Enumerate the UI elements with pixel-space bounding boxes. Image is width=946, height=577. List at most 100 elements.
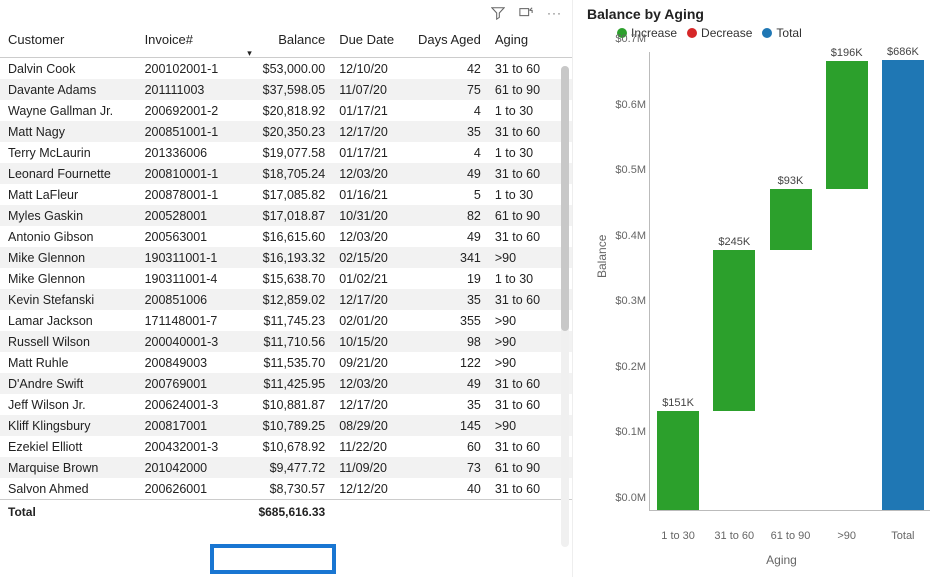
col-header-daysaged[interactable]: Days Aged <box>413 26 491 58</box>
legend-decrease[interactable]: Decrease <box>687 26 752 40</box>
cell-duedate: 12/17/20 <box>335 121 413 142</box>
cell-duedate: 11/09/20 <box>335 457 413 478</box>
chart-title: Balance by Aging <box>587 6 936 22</box>
scrollbar-thumb[interactable] <box>561 66 569 331</box>
table-row[interactable]: Matt LaFleur200878001-1$17,085.8201/16/2… <box>0 184 572 205</box>
table-scrollbar[interactable] <box>561 66 569 547</box>
cell-balance: $20,818.92 <box>243 100 335 121</box>
cell-duedate: 10/31/20 <box>335 205 413 226</box>
cell-balance: $16,193.32 <box>243 247 335 268</box>
chart-bar[interactable] <box>770 189 812 250</box>
cell-invoice: 200102001-1 <box>141 58 244 80</box>
chart-plot: Balance $0.0M$0.1M$0.2M$0.3M$0.4M$0.5M$0… <box>607 44 936 551</box>
table-total-row: Total $685,616.33 <box>0 500 572 525</box>
table-row[interactable]: Leonard Fournette200810001-1$18,705.2412… <box>0 163 572 184</box>
chart-bar[interactable] <box>713 250 755 411</box>
cell-balance: $8,730.57 <box>243 478 335 500</box>
chart-bar[interactable] <box>826 61 868 190</box>
aging-table[interactable]: Customer Invoice# Balance Due Date Days … <box>0 26 572 524</box>
table-row[interactable]: Matt Ruhle200849003$11,535.7009/21/20122… <box>0 352 572 373</box>
cell-aging: 31 to 60 <box>491 394 572 415</box>
cell-balance: $15,638.70 <box>243 268 335 289</box>
y-tick: $0.3M <box>610 295 646 307</box>
cell-customer: Wayne Gallman Jr. <box>0 100 141 121</box>
cell-duedate: 12/03/20 <box>335 373 413 394</box>
table-row[interactable]: D'Andre Swift200769001$11,425.9512/03/20… <box>0 373 572 394</box>
cell-customer: Myles Gaskin <box>0 205 141 226</box>
cell-balance: $11,710.56 <box>243 331 335 352</box>
table-row[interactable]: Mike Glennon190311001-4$15,638.7001/02/2… <box>0 268 572 289</box>
col-header-duedate[interactable]: Due Date <box>335 26 413 58</box>
cell-daysaged: 82 <box>413 205 491 226</box>
cell-balance: $12,859.02 <box>243 289 335 310</box>
bar-value-label: $151K <box>648 397 708 409</box>
cell-customer: Salvon Ahmed <box>0 478 141 500</box>
cell-aging: 61 to 90 <box>491 79 572 100</box>
cell-customer: D'Andre Swift <box>0 373 141 394</box>
table-row[interactable]: Marquise Brown201042000$9,477.7211/09/20… <box>0 457 572 478</box>
cell-invoice: 171148001-7 <box>141 310 244 331</box>
table-row[interactable]: Wayne Gallman Jr.200692001-2$20,818.9201… <box>0 100 572 121</box>
cell-daysaged: 5 <box>413 184 491 205</box>
col-header-balance[interactable]: Balance <box>243 26 335 58</box>
cell-balance: $11,745.23 <box>243 310 335 331</box>
table-row[interactable]: Mike Glennon190311001-1$16,193.3202/15/2… <box>0 247 572 268</box>
table-row[interactable]: Matt Nagy200851001-1$20,350.2312/17/2035… <box>0 121 572 142</box>
cell-duedate: 12/17/20 <box>335 289 413 310</box>
cell-duedate: 01/17/21 <box>335 100 413 121</box>
y-tick: $0.4M <box>610 230 646 242</box>
table-row[interactable]: Kevin Stefanski200851006$12,859.0212/17/… <box>0 289 572 310</box>
filter-icon[interactable] <box>491 6 505 20</box>
legend-label-total: Total <box>776 26 801 40</box>
cell-daysaged: 60 <box>413 436 491 457</box>
x-tick: Total <box>876 530 930 542</box>
cell-duedate: 01/02/21 <box>335 268 413 289</box>
cell-invoice: 200851006 <box>141 289 244 310</box>
y-tick: $0.2M <box>610 361 646 373</box>
cell-customer: Matt LaFleur <box>0 184 141 205</box>
balance-by-aging-chart[interactable]: Balance by Aging Increase Decrease Total… <box>573 0 946 577</box>
col-header-invoice[interactable]: Invoice# <box>141 26 244 58</box>
bar-value-label: $93K <box>761 175 821 187</box>
cell-aging: 31 to 60 <box>491 289 572 310</box>
cell-invoice: 190311001-4 <box>141 268 244 289</box>
focus-mode-icon[interactable] <box>519 6 533 20</box>
col-header-aging[interactable]: Aging <box>491 26 572 58</box>
table-row[interactable]: Ezekiel Elliott200432001-3$10,678.9211/2… <box>0 436 572 457</box>
chart-bar[interactable] <box>657 411 699 510</box>
table-row[interactable]: Lamar Jackson171148001-7$11,745.2302/01/… <box>0 310 572 331</box>
cell-invoice: 200769001 <box>141 373 244 394</box>
cell-customer: Antonio Gibson <box>0 226 141 247</box>
legend-total[interactable]: Total <box>762 26 801 40</box>
cell-invoice: 200692001-2 <box>141 100 244 121</box>
aging-table-visual: ··· Customer Invoice# Balance Due Date D… <box>0 0 573 577</box>
cell-daysaged: 49 <box>413 226 491 247</box>
y-tick: $0.0M <box>610 492 646 504</box>
total-balance: $685,616.33 <box>243 500 335 525</box>
cell-balance: $17,018.87 <box>243 205 335 226</box>
table-row[interactable]: Jeff Wilson Jr.200624001-3$10,881.8712/1… <box>0 394 572 415</box>
cell-duedate: 11/07/20 <box>335 79 413 100</box>
cell-daysaged: 73 <box>413 457 491 478</box>
legend-dot-decrease <box>687 28 697 38</box>
table-row[interactable]: Kliff Klingsbury200817001$10,789.2508/29… <box>0 415 572 436</box>
chart-bar[interactable] <box>882 60 924 510</box>
table-row[interactable]: Davante Adams201111003$37,598.0511/07/20… <box>0 79 572 100</box>
table-row[interactable]: Dalvin Cook200102001-1$53,000.0012/10/20… <box>0 58 572 80</box>
table-row[interactable]: Russell Wilson200040001-3$11,710.5610/15… <box>0 331 572 352</box>
cell-daysaged: 122 <box>413 352 491 373</box>
table-row[interactable]: Antonio Gibson200563001$16,615.6012/03/2… <box>0 226 572 247</box>
cell-invoice: 200878001-1 <box>141 184 244 205</box>
cell-invoice: 200849003 <box>141 352 244 373</box>
cell-duedate: 09/21/20 <box>335 352 413 373</box>
cell-daysaged: 49 <box>413 373 491 394</box>
table-header-row: Customer Invoice# Balance Due Date Days … <box>0 26 572 58</box>
table-row[interactable]: Myles Gaskin200528001$17,018.8710/31/208… <box>0 205 572 226</box>
more-options-icon[interactable]: ··· <box>547 6 562 20</box>
cell-invoice: 200432001-3 <box>141 436 244 457</box>
col-header-customer[interactable]: Customer <box>0 26 141 58</box>
cell-daysaged: 49 <box>413 163 491 184</box>
y-axis-label: Balance <box>595 234 609 277</box>
table-row[interactable]: Salvon Ahmed200626001$8,730.5712/12/2040… <box>0 478 572 500</box>
table-row[interactable]: Terry McLaurin201336006$19,077.5801/17/2… <box>0 142 572 163</box>
